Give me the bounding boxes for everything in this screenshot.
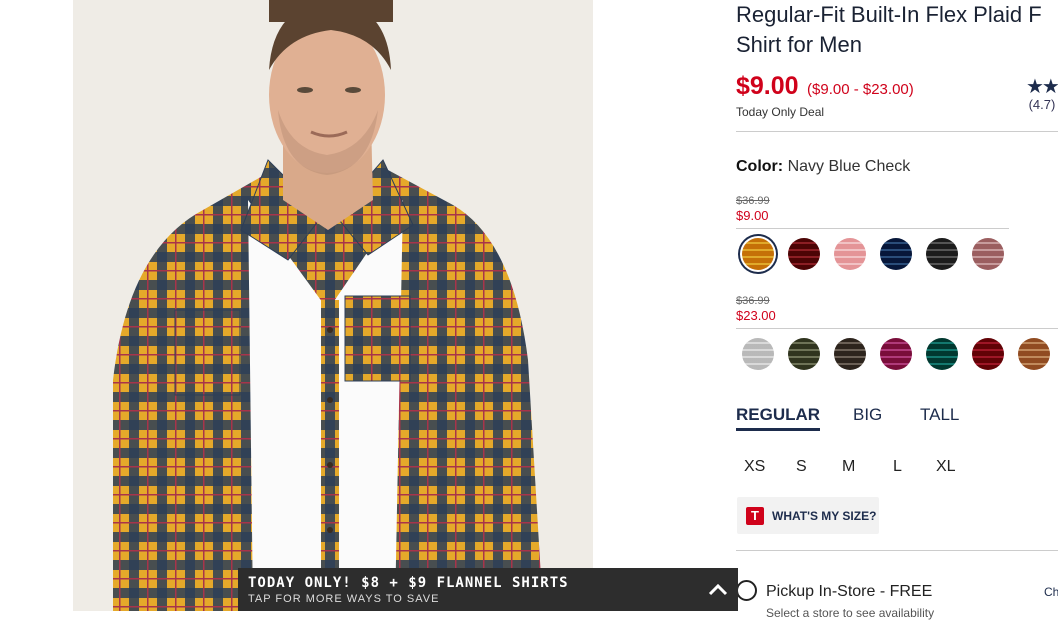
size-s[interactable]: S bbox=[796, 458, 807, 476]
promo-banner[interactable]: TODAY ONLY! $8 + $9 FLANNEL SHIRTS TAP F… bbox=[238, 568, 738, 611]
color-swatch[interactable] bbox=[834, 238, 866, 270]
price-group: $36.99 $9.00 bbox=[736, 195, 770, 223]
color-swatch[interactable] bbox=[972, 338, 1004, 370]
deal-label: Today Only Deal bbox=[736, 105, 825, 119]
product-title-line1: Regular-Fit Built-In Flex Plaid F bbox=[736, 2, 1042, 27]
tab-big[interactable]: BIG bbox=[853, 405, 882, 425]
size-xl[interactable]: XL bbox=[936, 458, 956, 476]
divider bbox=[736, 328, 1058, 329]
color-swatch[interactable] bbox=[1018, 338, 1050, 370]
color-label-key: Color: bbox=[736, 158, 784, 175]
was-price: $36.99 bbox=[736, 295, 770, 307]
color-swatch[interactable] bbox=[972, 238, 1004, 270]
size-help-icon: T bbox=[746, 507, 764, 525]
price-range: ($9.00 - $23.00) bbox=[807, 81, 914, 98]
tab-tall[interactable]: TALL bbox=[920, 405, 959, 425]
color-swatch[interactable] bbox=[834, 338, 866, 370]
color-swatch[interactable] bbox=[926, 338, 958, 370]
star-icon: ★★ bbox=[1026, 76, 1058, 98]
color-swatch[interactable] bbox=[788, 238, 820, 270]
size-m[interactable]: M bbox=[842, 458, 855, 476]
price-group: $36.99 $23.00 bbox=[736, 295, 776, 323]
promo-subline: TAP FOR MORE WAYS TO SAVE bbox=[248, 593, 440, 605]
color-label: Color: Navy Blue Check bbox=[736, 158, 910, 176]
product-title: Regular-Fit Built-In Flex Plaid F Shirt … bbox=[736, 0, 1058, 60]
was-price: $36.99 bbox=[736, 195, 770, 207]
sale-price: $23.00 bbox=[736, 308, 776, 323]
size-l[interactable]: L bbox=[893, 458, 902, 476]
size-xs[interactable]: XS bbox=[744, 458, 765, 476]
pickup-radio[interactable] bbox=[736, 580, 757, 601]
color-swatch[interactable] bbox=[742, 238, 774, 270]
divider bbox=[736, 228, 1009, 229]
whats-my-size-label: WHAT'S MY SIZE? bbox=[772, 509, 877, 523]
chevron-up-icon[interactable] bbox=[706, 578, 730, 602]
price-block: $9.00 ($9.00 - $23.00) bbox=[736, 72, 914, 101]
rating[interactable]: ★★ (4.7) bbox=[1026, 74, 1058, 112]
color-value: Navy Blue Check bbox=[787, 158, 911, 175]
divider bbox=[736, 131, 1058, 132]
color-swatch[interactable] bbox=[880, 338, 912, 370]
sale-price: $9.00 bbox=[736, 208, 769, 223]
divider bbox=[736, 550, 1058, 551]
color-swatch[interactable] bbox=[742, 338, 774, 370]
rating-value: (4.7) bbox=[1028, 97, 1056, 112]
color-swatch[interactable] bbox=[926, 238, 958, 270]
promo-headline: TODAY ONLY! $8 + $9 FLANNEL SHIRTS bbox=[248, 575, 569, 591]
change-store-link[interactable]: Ch bbox=[1044, 585, 1058, 599]
color-swatch[interactable] bbox=[788, 338, 820, 370]
product-title-line2: Shirt for Men bbox=[736, 32, 862, 57]
current-price: $9.00 bbox=[736, 72, 799, 100]
product-image[interactable] bbox=[73, 0, 593, 611]
color-swatch[interactable] bbox=[880, 238, 912, 270]
pickup-label: Pickup In-Store - FREE bbox=[766, 583, 933, 600]
pickup-sub: Select a store to see availability bbox=[766, 606, 935, 620]
tab-regular[interactable]: REGULAR bbox=[736, 405, 821, 431]
whats-my-size-button[interactable]: T WHAT'S MY SIZE? bbox=[737, 497, 879, 534]
